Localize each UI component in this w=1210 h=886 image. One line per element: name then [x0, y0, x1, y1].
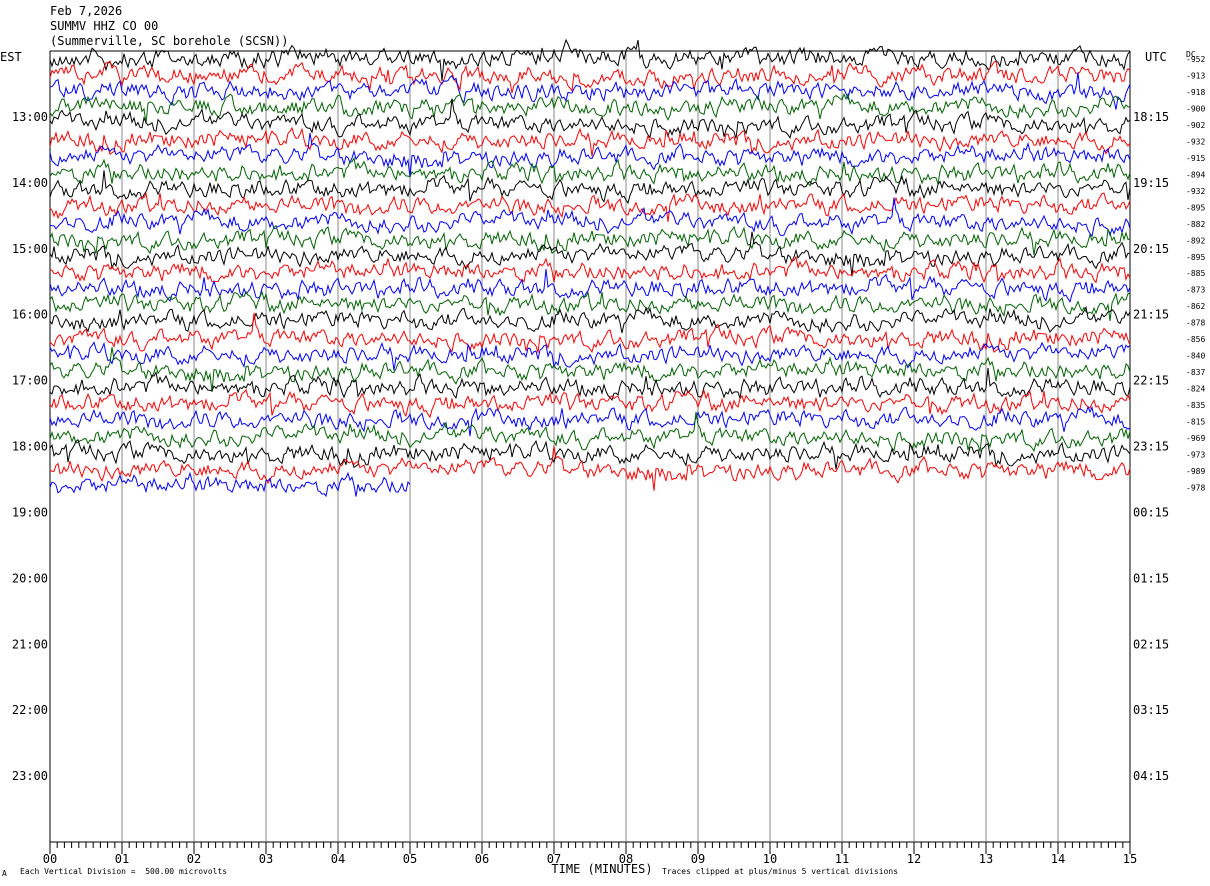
dc-offset-label: -969 — [1186, 434, 1205, 443]
utc-hour-label: 20:15 — [1133, 242, 1169, 256]
dc-offset-label: -900 — [1186, 104, 1205, 113]
est-hour-label: 13:00 — [12, 110, 48, 124]
seismic-trace — [49, 269, 1131, 304]
utc-hour-label: 23:15 — [1133, 440, 1169, 454]
seismic-trace — [49, 156, 1131, 187]
est-hour-label: 16:00 — [12, 308, 48, 322]
est-hour-label: 17:00 — [12, 374, 48, 388]
x-tick-label: 14 — [1051, 852, 1065, 866]
x-tick-label: 00 — [43, 852, 57, 866]
dc-offset-label: -894 — [1186, 170, 1205, 179]
x-tick-label: 06 — [475, 852, 489, 866]
x-tick-label: 13 — [979, 852, 993, 866]
dc-offset-label: -815 — [1186, 418, 1205, 427]
seismic-trace — [49, 388, 1131, 419]
dc-offset-label: -882 — [1186, 220, 1205, 229]
dc-offset-label: -952 — [1186, 55, 1205, 64]
dc-offset-label: -824 — [1186, 385, 1205, 394]
x-tick-label: 12 — [907, 852, 921, 866]
est-hour-label: 14:00 — [12, 176, 48, 190]
seismic-trace — [49, 438, 1131, 470]
clip-note: Traces clipped at plus/minus 5 vertical … — [662, 867, 899, 876]
dc-offset-label: -895 — [1186, 203, 1205, 212]
dc-offset-label: -878 — [1186, 319, 1205, 328]
dc-offset-label: -873 — [1186, 286, 1205, 295]
est-hour-label: 21:00 — [12, 637, 48, 651]
corner-mark: A — [2, 869, 7, 878]
dc-offset-label: -837 — [1186, 368, 1205, 377]
dc-offset-label: -973 — [1186, 451, 1205, 460]
dc-offset-label: -989 — [1186, 467, 1205, 476]
seismic-trace — [49, 312, 1131, 354]
est-hour-label: 15:00 — [12, 242, 48, 256]
seismic-trace — [49, 290, 1131, 321]
scale-note: Each Vertical Division = 500.00 microvol… — [20, 867, 228, 876]
x-tick-label: 01 — [115, 852, 129, 866]
dc-offset-label: -862 — [1186, 302, 1205, 311]
x-tick-label: 03 — [259, 852, 273, 866]
dc-offset-label: -932 — [1186, 187, 1205, 196]
right-timezone-label: UTC — [1145, 50, 1167, 64]
x-tick-label: 10 — [763, 852, 777, 866]
x-tick-label: 11 — [835, 852, 849, 866]
dc-offset-label: -892 — [1186, 236, 1205, 245]
utc-hour-label: 22:15 — [1133, 374, 1169, 388]
est-hour-label: 23:00 — [12, 769, 48, 783]
dc-offset-label: -978 — [1186, 483, 1205, 492]
left-timezone-label: EST — [0, 50, 22, 64]
seismic-trace — [49, 192, 1131, 223]
helicorder-plot: 00 01 02 03 04 05 06 07 08 09 10 11 12 13 14 15TIME (MI… — [0, 38, 1205, 876]
x-tick-label: 04 — [331, 852, 345, 866]
dc-offset-label: -895 — [1186, 253, 1205, 262]
dc-offset-label: -902 — [1186, 121, 1205, 130]
x-tick-label: 15 — [1123, 852, 1137, 866]
utc-hour-label: 21:15 — [1133, 308, 1169, 322]
utc-hour-label: 04:15 — [1133, 769, 1169, 783]
x-axis-title: TIME (MINUTES) — [551, 862, 652, 876]
x-tick-label: 05 — [403, 852, 417, 866]
x-tick-label: 02 — [187, 852, 201, 866]
dc-offset-label: -840 — [1186, 352, 1205, 361]
est-hour-label: 22:00 — [12, 703, 48, 717]
dc-offset-label: -918 — [1186, 88, 1205, 97]
utc-hour-label: 00:15 — [1133, 505, 1169, 519]
dc-offset-label: -835 — [1186, 401, 1205, 410]
est-hour-label: 18:00 — [12, 440, 48, 454]
seismic-trace — [49, 405, 1131, 437]
dc-offset-label: -913 — [1186, 71, 1205, 80]
dc-offset-label: -932 — [1186, 137, 1205, 146]
est-hour-label: 20:00 — [12, 571, 48, 585]
seismic-trace — [49, 471, 411, 498]
dc-offset-label: -885 — [1186, 269, 1205, 278]
seismic-trace — [49, 224, 1131, 256]
utc-hour-label: 01:15 — [1133, 571, 1169, 585]
utc-hour-label: 02:15 — [1133, 637, 1169, 651]
seismic-trace — [49, 72, 1131, 110]
seismic-trace — [49, 341, 1131, 371]
utc-hour-label: 03:15 — [1133, 703, 1169, 717]
est-hour-label: 19:00 — [12, 505, 48, 519]
utc-hour-label: 19:15 — [1133, 176, 1169, 190]
utc-hour-label: 18:15 — [1133, 110, 1169, 124]
x-tick-label: 09 — [691, 852, 705, 866]
seismic-trace — [49, 98, 1131, 140]
seismic-trace — [49, 170, 1131, 205]
dc-offset-label: -915 — [1186, 154, 1205, 163]
seismic-trace — [49, 305, 1131, 334]
dc-offset-label: -856 — [1186, 335, 1205, 344]
